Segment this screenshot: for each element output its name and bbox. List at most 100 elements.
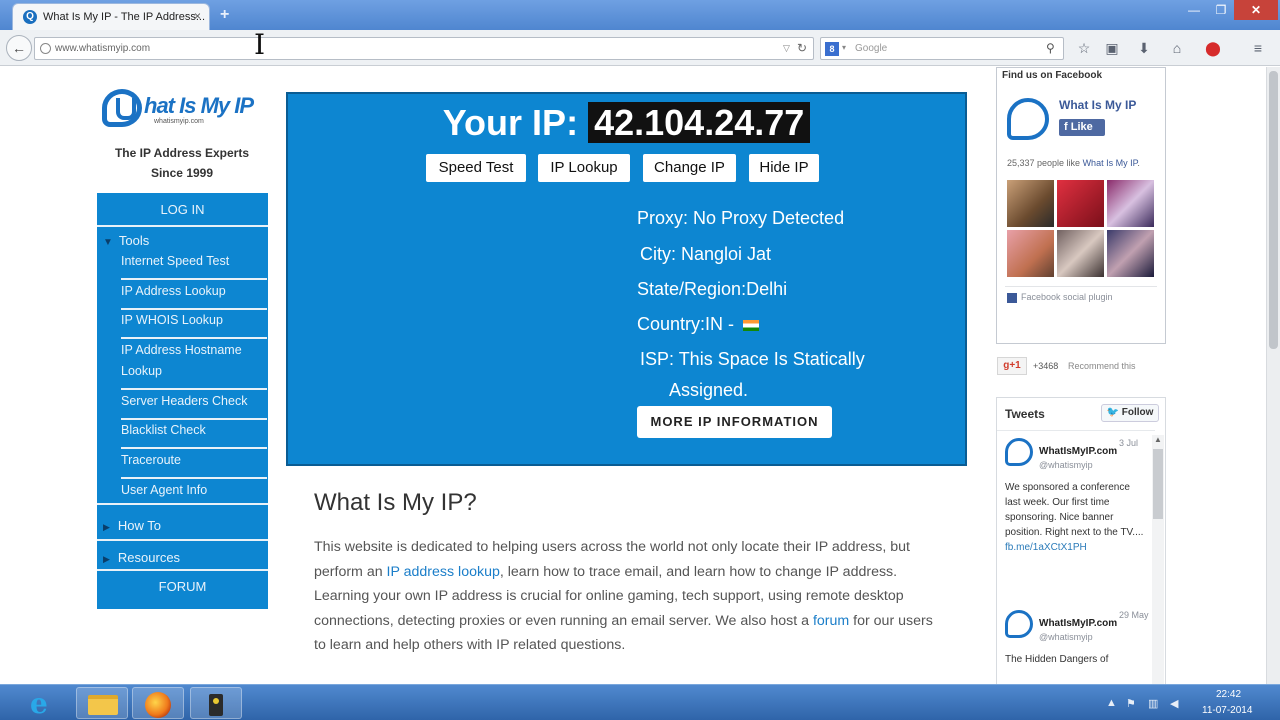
fan-photo[interactable] <box>1057 230 1104 277</box>
tweet-avatar-icon[interactable] <box>1005 610 1033 638</box>
google-plus-count: +3468 <box>1033 361 1059 371</box>
show-hidden-icons-icon[interactable]: ▲ <box>1106 697 1117 709</box>
twitter-follow-button[interactable]: 🐦 Follow <box>1101 404 1159 422</box>
network-icon[interactable]: ▥ <box>1148 697 1158 710</box>
country-text: Country:IN - <box>637 314 740 334</box>
search-icon[interactable]: ⚲ <box>1046 41 1055 55</box>
google-plus-recommend: Recommend this <box>1068 361 1136 371</box>
tools-label: Tools <box>118 233 150 248</box>
history-dropdown-icon[interactable]: ▽ <box>783 43 790 54</box>
fan-photo[interactable] <box>1007 230 1054 277</box>
tweet-avatar-icon[interactable] <box>1005 438 1033 466</box>
facebook-plugin-label: Facebook social plugin <box>1007 292 1113 303</box>
engine-dropdown-icon[interactable]: ▾ <box>842 43 846 52</box>
facebook-page-name[interactable]: What Is My IP <box>1059 98 1136 112</box>
ip-value[interactable]: 42.104.24.77 <box>588 102 811 143</box>
clock-time[interactable]: 22:42 <box>1216 689 1241 700</box>
forum-link-inline[interactable]: forum <box>813 613 849 629</box>
sidebar-section-how-to[interactable]: ▶ How To <box>103 518 161 533</box>
reload-icon[interactable]: ↻ <box>797 41 807 55</box>
more-ip-information-button[interactable]: MORE IP INFORMATION <box>637 406 832 438</box>
new-tab-button[interactable]: + <box>220 6 229 24</box>
internet-explorer-icon: e <box>30 687 48 720</box>
page-scroll-thumb[interactable] <box>1269 71 1278 349</box>
browser-tab[interactable]: Q What Is My IP - The IP Address... × <box>12 3 210 30</box>
facebook-like-button[interactable]: f Like <box>1059 119 1105 136</box>
tweet-author[interactable]: WhatIsMyIP.com <box>1039 618 1117 629</box>
volume-icon[interactable]: ◀ <box>1170 697 1178 710</box>
tweet-date[interactable]: 3 Jul <box>1119 438 1138 448</box>
internet-explorer-taskbar-button[interactable]: e <box>18 687 70 720</box>
sidebar-section-resources[interactable]: ▶ Resources <box>103 550 180 565</box>
back-arrow-icon[interactable]: ← <box>6 35 32 61</box>
clock-date[interactable]: 11-07-2014 <box>1202 705 1252 716</box>
maximize-button[interactable]: ❐ <box>1208 0 1234 20</box>
web-page: hat Is My IP whatismyip.com The IP Addre… <box>0 67 1266 684</box>
tweet-handle[interactable]: @whatismyip <box>1039 632 1093 642</box>
article-title: What Is My IP? <box>314 489 477 516</box>
like-count-end: . <box>1137 158 1140 168</box>
facebook-widget-header: Find us on Facebook <box>1002 70 1103 81</box>
tweet-date[interactable]: 29 May <box>1119 610 1149 620</box>
sidebar-item-traceroute[interactable]: Traceroute <box>121 450 267 479</box>
forum-link[interactable]: FORUM <box>97 569 268 605</box>
sidebar-tools-header[interactable]: ▼ Tools <box>103 233 149 248</box>
facebook-icon <box>1007 292 1017 303</box>
sidebar-nav: LOG IN ▼ Tools Internet Speed Test IP Add… <box>97 193 268 609</box>
file-explorer-taskbar-button[interactable] <box>76 687 128 719</box>
bookmarks-menu-icon[interactable]: ▣ <box>1102 38 1122 58</box>
sidebar-item-hostname-lookup[interactable]: IP Address Hostname Lookup <box>121 340 267 390</box>
page-logo-icon[interactable] <box>1007 98 1049 140</box>
google-engine-icon[interactable]: 8 <box>825 42 839 56</box>
download-icon[interactable]: ⬇ <box>1134 38 1154 58</box>
sidebar-item-whois[interactable]: IP WHOIS Lookup <box>121 310 267 339</box>
fan-photo[interactable] <box>1107 230 1154 277</box>
url-bar[interactable]: www.whatismyip.com ▽ ↻ <box>34 37 814 60</box>
search-bar[interactable]: 8 ▾ Google ⚲ <box>820 37 1064 60</box>
tweet-author[interactable]: WhatIsMyIP.com <box>1039 446 1117 457</box>
collapsed-triangle-icon: ▶ <box>103 522 110 532</box>
close-tab-icon[interactable]: × <box>194 9 201 23</box>
adblock-icon[interactable]: ⬤ <box>1203 38 1223 58</box>
sidebar-item-headers-check[interactable]: Server Headers Check <box>121 391 267 420</box>
page-scrollbar[interactable] <box>1266 67 1280 684</box>
google-plus-one-button[interactable]: g+1 <box>997 357 1027 375</box>
twitter-scrollbar[interactable]: ▲ <box>1152 435 1164 684</box>
twitter-scroll-thumb[interactable] <box>1153 449 1163 519</box>
city-info: City: Nangloi Jat <box>640 244 772 264</box>
proxy-info: Proxy: No Proxy Detected <box>637 208 845 228</box>
sidebar-item-speed-test[interactable]: Internet Speed Test <box>121 251 267 280</box>
recorder-taskbar-button[interactable] <box>190 687 242 719</box>
action-center-flag-icon[interactable]: ⚑ <box>1126 697 1136 710</box>
hide-ip-button[interactable]: Hide IP <box>749 154 819 182</box>
tweets-title: Tweets <box>1005 407 1045 421</box>
speed-test-button[interactable]: Speed Test <box>426 154 526 182</box>
facebook-like-count: 25,337 people like What Is My IP. <box>1007 158 1140 168</box>
bookmark-star-icon[interactable]: ☆ <box>1074 38 1094 58</box>
like-count-page-link[interactable]: What Is My IP <box>1083 158 1138 168</box>
isp-info-continued: Assigned. <box>669 380 749 400</box>
change-ip-button[interactable]: Change IP <box>643 154 736 182</box>
ip-lookup-button[interactable]: IP Lookup <box>538 154 630 182</box>
browser-titlebar: Q What Is My IP - The IP Address... × + … <box>0 0 1280 30</box>
minimize-button[interactable]: — <box>1180 0 1208 20</box>
collapsed-triangle-icon: ▶ <box>103 554 110 564</box>
fan-photo[interactable] <box>1107 180 1154 227</box>
sidebar-item-ip-lookup[interactable]: IP Address Lookup <box>121 281 267 310</box>
sidebar-item-blacklist[interactable]: Blacklist Check <box>121 420 267 449</box>
site-logo[interactable]: hat Is My IP whatismyip.com <box>102 87 262 137</box>
folder-icon <box>88 695 118 715</box>
fan-photo[interactable] <box>1057 180 1104 227</box>
tweet-link[interactable]: fb.me/1aXCtX1PH <box>1005 542 1087 553</box>
tweet-handle[interactable]: @whatismyip <box>1039 460 1093 470</box>
facebook-widget: Find us on Facebook What Is My IP f Like… <box>996 67 1166 344</box>
ip-address-lookup-link[interactable]: IP address lookup <box>387 564 500 580</box>
ip-heading: Your IP: 42.104.24.77 <box>288 102 965 144</box>
login-link[interactable]: LOG IN <box>97 193 268 227</box>
firefox-taskbar-button[interactable] <box>132 687 184 719</box>
menu-icon[interactable]: ≡ <box>1248 38 1268 58</box>
scroll-up-icon[interactable]: ▲ <box>1154 435 1162 444</box>
close-window-button[interactable]: ✕ <box>1234 0 1278 20</box>
fan-photo[interactable] <box>1007 180 1054 227</box>
home-icon[interactable]: ⌂ <box>1167 38 1187 58</box>
